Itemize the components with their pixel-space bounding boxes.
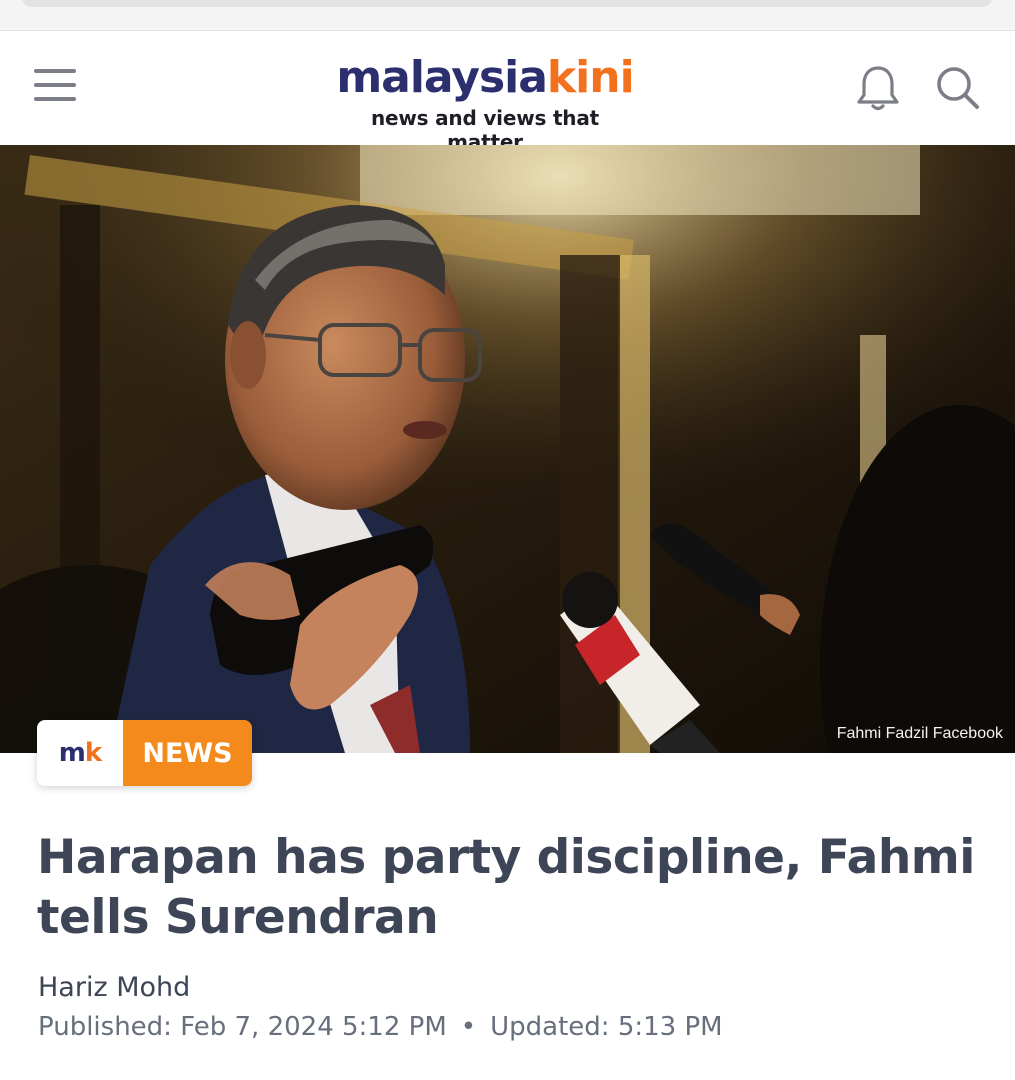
logo-wordmark: malaysiakini <box>330 52 640 104</box>
menu-icon[interactable] <box>30 66 82 108</box>
hero-photo[interactable]: Fahmi Fadzil Facebook <box>0 145 1015 753</box>
article-meta: Published: Feb 7, 2024 5:12 PM • Updated: … <box>38 1012 723 1042</box>
site-logo[interactable]: malaysiakini news and views that matter <box>330 52 640 154</box>
news-badge[interactable]: mk NEWS <box>37 720 252 786</box>
address-bar[interactable] <box>22 0 992 7</box>
browser-top-strip <box>0 0 1015 31</box>
news-category-label[interactable]: NEWS <box>123 720 252 786</box>
published-label: Published: <box>38 1012 172 1042</box>
mk-logo-k: k <box>84 738 102 768</box>
updated-label: Updated: <box>490 1012 610 1042</box>
updated-time: 5:13 PM <box>617 1012 723 1042</box>
article-headline: Harapan has party discipline, Fahmi tell… <box>37 830 975 945</box>
logo-text-malaysia: malaysia <box>336 52 548 103</box>
article-author[interactable]: Hariz Mohd <box>38 972 190 1003</box>
bell-icon[interactable] <box>852 62 904 114</box>
mk-logo: mk <box>37 720 123 786</box>
photo-credit: Fahmi Fadzil Facebook <box>836 725 1003 742</box>
meta-separator: • <box>460 1012 477 1042</box>
search-icon[interactable] <box>932 62 984 114</box>
published-date: Feb 7, 2024 5:12 PM <box>180 1012 447 1042</box>
mk-logo-m: m <box>58 738 86 768</box>
logo-text-kini: kini <box>546 52 635 103</box>
hero-photo-illustration <box>0 145 1015 753</box>
